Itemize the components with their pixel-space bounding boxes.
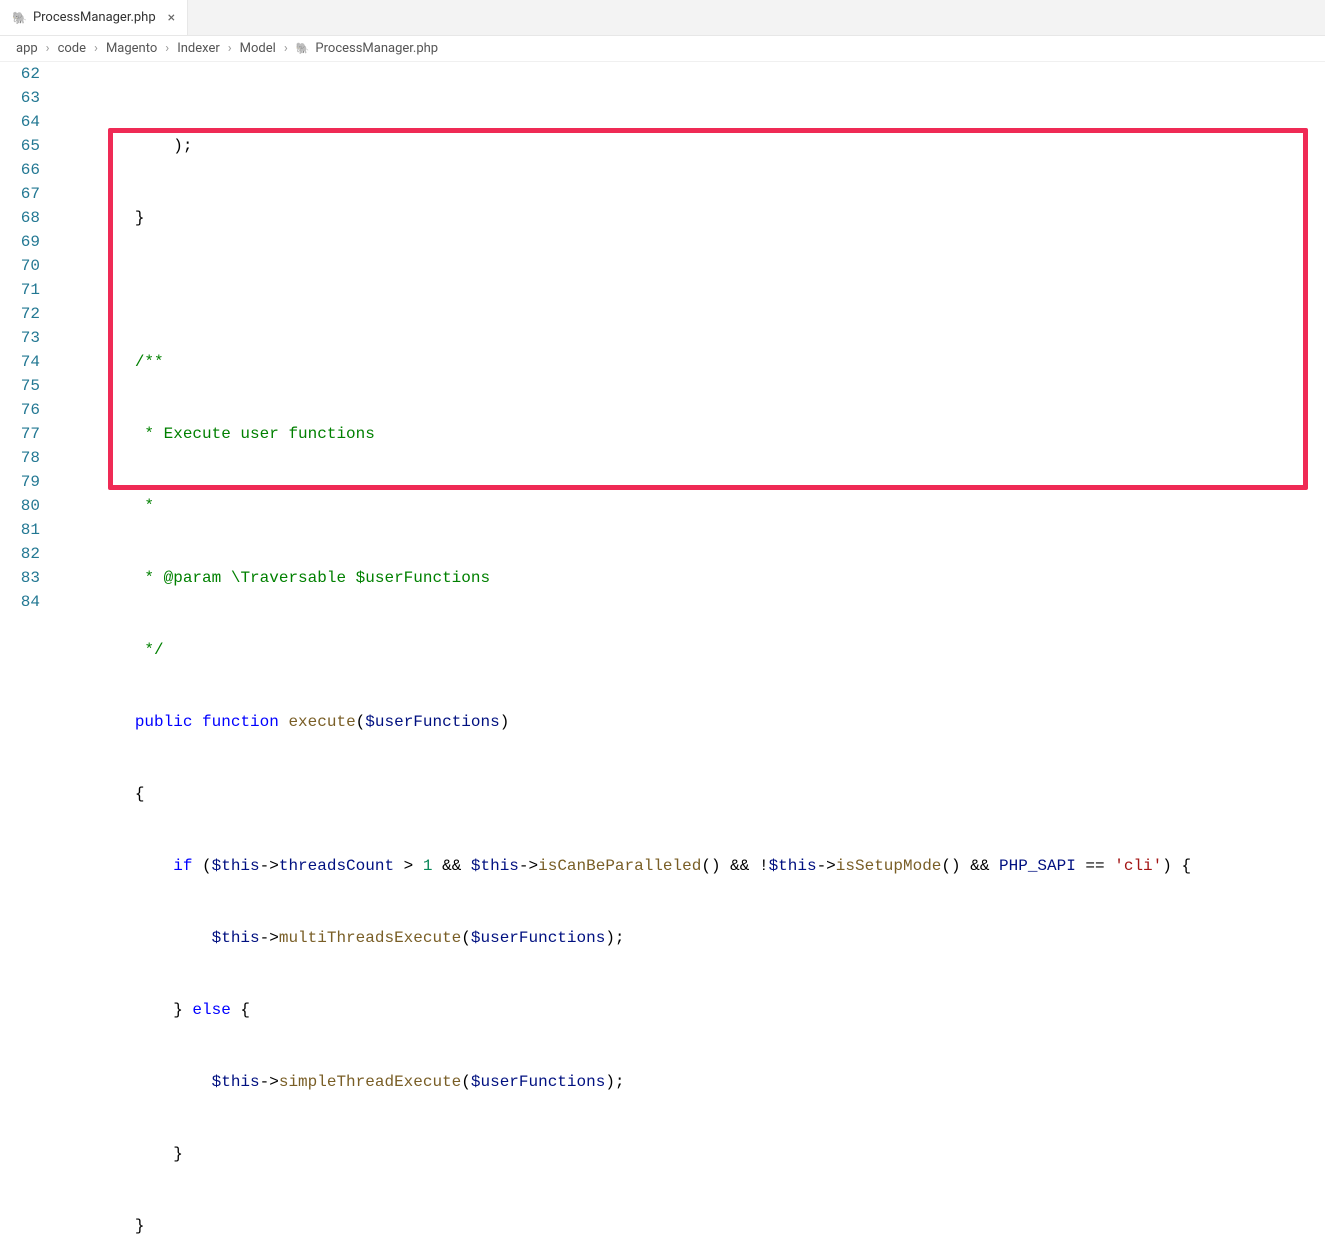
code-editor[interactable]: 62 63 64 65 66 67 68 69 70 71 72 73 74 7… [0, 62, 1325, 630]
breadcrumb-item[interactable]: ProcessManager.php [315, 41, 438, 56]
line-number: 65 [0, 134, 40, 158]
code-line [58, 278, 1325, 302]
tab-bar: 🐘 ProcessManager.php × [0, 0, 1325, 36]
code-line: * [58, 494, 1325, 518]
line-number: 63 [0, 86, 40, 110]
code-line: /** [58, 350, 1325, 374]
line-number: 75 [0, 374, 40, 398]
php-file-icon: 🐘 [12, 11, 27, 25]
chevron-right-icon: › [165, 41, 169, 56]
line-number: 62 [0, 62, 40, 86]
breadcrumb: app › code › Magento › Indexer › Model ›… [0, 36, 1325, 62]
line-number: 76 [0, 398, 40, 422]
chevron-right-icon: › [94, 41, 98, 56]
code-line: $this->multiThreadsExecute($userFunction… [58, 926, 1325, 950]
line-number: 80 [0, 494, 40, 518]
line-number: 64 [0, 110, 40, 134]
chevron-right-icon: › [284, 41, 288, 56]
line-number: 72 [0, 302, 40, 326]
breadcrumb-item[interactable]: Model [240, 41, 276, 56]
code-line: } [58, 206, 1325, 230]
line-number: 82 [0, 542, 40, 566]
line-number: 74 [0, 350, 40, 374]
breadcrumb-item[interactable]: Indexer [177, 41, 220, 56]
chevron-right-icon: › [228, 41, 232, 56]
code-line: } [58, 1214, 1325, 1238]
line-number: 71 [0, 278, 40, 302]
breadcrumb-item[interactable]: app [16, 41, 38, 56]
code-line: * @param \Traversable $userFunctions [58, 566, 1325, 590]
line-number: 66 [0, 158, 40, 182]
code-line: */ [58, 638, 1325, 662]
code-line: * Execute user functions [58, 422, 1325, 446]
line-number: 78 [0, 446, 40, 470]
line-number: 77 [0, 422, 40, 446]
chevron-right-icon: › [46, 41, 50, 56]
code-line: } else { [58, 998, 1325, 1022]
line-number: 81 [0, 518, 40, 542]
line-number: 67 [0, 182, 40, 206]
line-number: 70 [0, 254, 40, 278]
editor-tab[interactable]: 🐘 ProcessManager.php × [0, 0, 188, 35]
breadcrumb-item[interactable]: code [58, 41, 86, 56]
code-line: { [58, 782, 1325, 806]
line-number: 73 [0, 326, 40, 350]
line-number: 83 [0, 566, 40, 590]
tab-filename: ProcessManager.php [33, 10, 156, 25]
close-icon[interactable]: × [168, 10, 175, 26]
line-number: 68 [0, 206, 40, 230]
code-line: if ($this->threadsCount > 1 && $this->is… [58, 854, 1325, 878]
line-number: 79 [0, 470, 40, 494]
code-line: ); [58, 134, 1325, 158]
php-file-icon: 🐘 [296, 42, 310, 55]
line-number: 84 [0, 590, 40, 614]
code-line: $this->simpleThreadExecute($userFunction… [58, 1070, 1325, 1094]
breadcrumb-item[interactable]: Magento [106, 41, 157, 56]
line-number: 69 [0, 230, 40, 254]
code-content[interactable]: ); } /** * Execute user functions * * @p… [58, 62, 1325, 630]
line-gutter: 62 63 64 65 66 67 68 69 70 71 72 73 74 7… [0, 62, 58, 630]
code-line: } [58, 1142, 1325, 1166]
code-line: public function execute($userFunctions) [58, 710, 1325, 734]
